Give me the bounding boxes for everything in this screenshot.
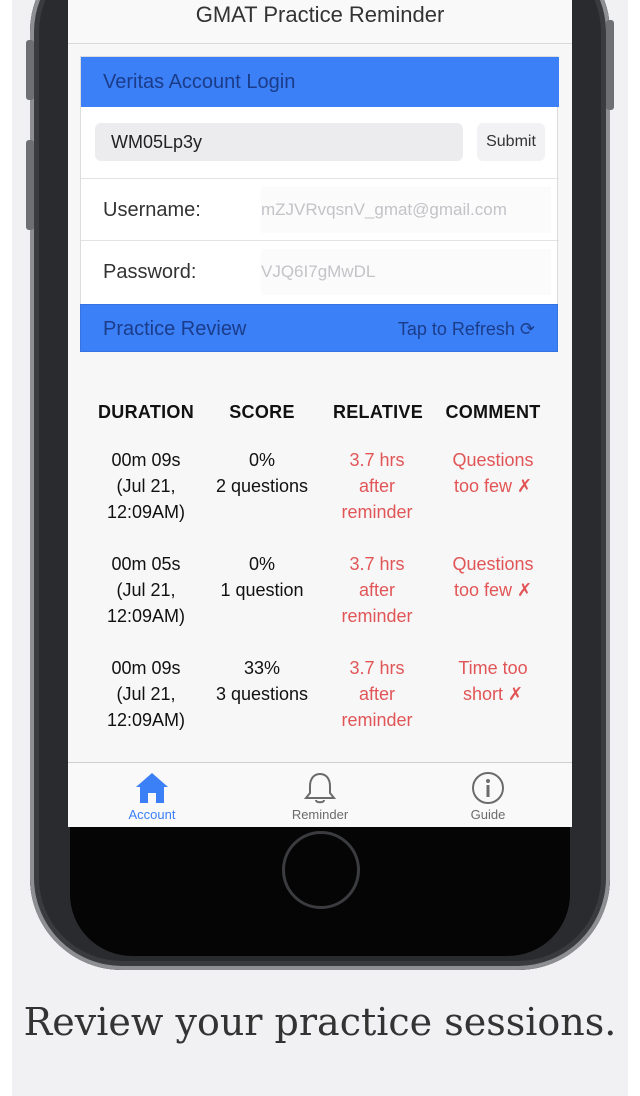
tab-account-label: Account [128,807,176,822]
row-0-comment: Questions too few ✗ [452,450,534,496]
column-header-relative: RELATIVE [332,402,424,422]
username-row: Username: mZJVRvqsnV_gmat@gmail.com [81,179,559,241]
tab-bar: Account Reminder Guide [68,762,572,827]
bell-icon [303,772,337,804]
row-1-score: 0% 1 question [220,554,304,600]
row-0-duration: 00m 09s (Jul 21, 12:09AM) [106,450,186,522]
row-1-comment: Questions too few ✗ [452,554,534,600]
column-header-duration: DURATION [97,402,195,422]
tab-guide-label: Guide [470,807,506,822]
password-label: Password: [103,261,197,283]
app-screen: GMAT Practice Reminder Veritas Account L… [68,0,572,827]
house-icon [136,773,168,803]
review-table: DURATION SCORE RELATIVE COMMENT 00m 09s … [68,352,572,762]
login-header: Veritas Account Login [81,57,559,107]
submit-button[interactable]: Submit [477,123,545,161]
code-row: Submit [81,107,559,179]
power-button [606,20,614,110]
info-icon [472,772,504,804]
tab-reminder-label: Reminder [291,807,349,822]
code-input[interactable] [95,123,463,161]
nav-bar: GMAT Practice Reminder [68,0,572,44]
page-title: GMAT Practice Reminder [195,2,445,27]
username-label: Username: [103,199,201,221]
caption: Review your practice sessions. [23,1000,617,1044]
row-2-comment: Time too short ✗ [458,658,528,704]
home-button[interactable] [282,831,360,909]
row-2-score: 33% 3 questions [215,658,309,704]
column-header-score: SCORE [229,402,295,422]
row-2-relative: 3.7 hrs after reminder [341,658,413,730]
volume-up-button [26,40,34,100]
review-title: Practice Review [103,318,247,340]
volume-down-button [26,140,34,230]
column-header-comment: COMMENT [445,402,541,422]
tab-guide[interactable]: Guide [404,763,572,827]
refresh-button[interactable]: Tap to Refresh ⟳ [398,305,535,353]
row-1-duration: 00m 05s (Jul 21, 12:09AM) [106,554,186,626]
password-field[interactable]: VJQ6I7gMwDL [261,249,551,295]
row-1-relative: 3.7 hrs after reminder [341,554,413,626]
tab-account[interactable]: Account [68,763,236,827]
username-field[interactable]: mZJVRvqsnV_gmat@gmail.com [261,187,551,233]
tab-reminder[interactable]: Reminder [236,763,404,827]
row-2-duration: 00m 09s (Jul 21, 12:09AM) [106,658,186,730]
row-0-relative: 3.7 hrs after reminder [341,450,413,522]
password-row: Password: VJQ6I7gMwDL [81,241,559,303]
review-header: Practice Review Tap to Refresh ⟳ [80,304,558,352]
row-0-score: 0% 2 questions [215,450,309,496]
